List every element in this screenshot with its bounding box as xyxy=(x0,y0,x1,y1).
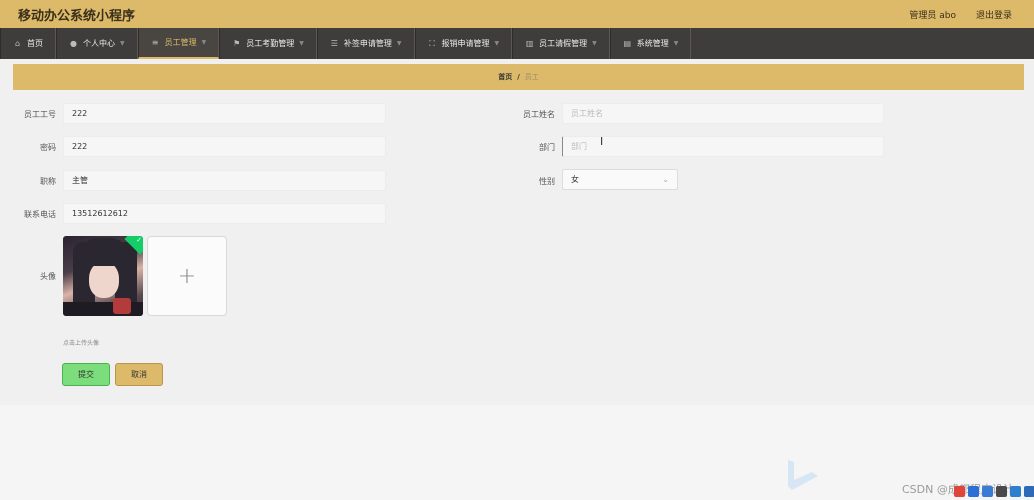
job-title-label: 职称 xyxy=(40,177,56,186)
gender-select-value: 女 xyxy=(571,175,579,184)
nav-item-label: 报销申请管理 xyxy=(441,39,490,48)
header-bar: 移动办公系统小程序 管理员 abo 退出登录 xyxy=(0,0,1034,28)
admin-user-label: 管理员 abo xyxy=(909,11,956,21)
tray-network-icon xyxy=(982,486,993,497)
avatar-upload-button[interactable]: + xyxy=(147,236,227,316)
chevron-down-icon: ▼ xyxy=(673,40,679,47)
tray-mic-icon xyxy=(996,486,1007,497)
department-input[interactable]: 部门 xyxy=(562,136,884,157)
tray-grid-icon xyxy=(1024,486,1034,497)
chevron-down-icon: ▼ xyxy=(396,40,402,47)
avatar-collar xyxy=(63,302,143,316)
tray-app-icon xyxy=(954,486,965,497)
logout-link[interactable]: 退出登录 xyxy=(976,8,1012,21)
avatar-hair-top xyxy=(77,238,131,266)
nav-item-label: 系统管理 xyxy=(636,39,669,48)
nav-item-reimburse[interactable]: ⛶ 报销申请管理 ▼ xyxy=(414,28,513,59)
list-icon: ≡ xyxy=(151,38,159,47)
cancel-button[interactable]: 取消 xyxy=(115,363,163,386)
nav-item-profile[interactable]: ● 个人中心 ▼ xyxy=(56,28,138,59)
chevron-down-icon: ▼ xyxy=(494,40,500,47)
nav-item-label: 员工管理 xyxy=(164,38,197,47)
avatar-collar-accent xyxy=(113,298,131,314)
employee-name-input[interactable]: 员工姓名 xyxy=(562,103,884,124)
avatar-label: 头像 xyxy=(40,272,56,281)
header-user-area: 管理员 abo 退出登录 xyxy=(909,8,1012,21)
tray-ime-icon xyxy=(968,486,979,497)
avatar-upload-hint: 点击上传头像 xyxy=(63,340,100,347)
avatar-face xyxy=(89,262,119,298)
breadcrumb-home[interactable]: 首页 xyxy=(498,72,512,82)
employee-id-input[interactable]: 222 xyxy=(63,103,386,124)
nav-item-label: 补签申请管理 xyxy=(343,39,392,48)
main-nav: ⌂ 首页 ● 个人中心 ▼ ≡ 员工管理 ▼ ⚑ 员工考勤管理 ▼ ☰ 补签申请… xyxy=(0,28,1034,59)
chevron-down-icon: ▼ xyxy=(592,40,597,47)
breadcrumb-current: 员工 xyxy=(524,73,539,81)
nav-item-label: 首页 xyxy=(27,39,43,48)
job-title-input[interactable]: 主管 xyxy=(63,170,386,191)
tray-keyboard-icon xyxy=(1010,486,1021,497)
watermark-logo-icon xyxy=(788,460,818,490)
employee-id-label: 员工工号 xyxy=(24,110,56,119)
nav-item-employee[interactable]: ≡ 员工管理 ▼ xyxy=(137,28,220,59)
avatar-image[interactable]: ✓ xyxy=(63,236,143,316)
password-input[interactable]: 222 xyxy=(63,136,386,157)
flag-icon: ⚑ xyxy=(233,39,241,48)
gender-select[interactable]: 女 ⌄ xyxy=(562,169,678,190)
user-icon: ● xyxy=(70,39,77,48)
nav-item-label: 员工请假管理 xyxy=(539,39,588,48)
phone-input[interactable]: 13512612612 xyxy=(63,203,386,224)
chevron-down-icon: ▼ xyxy=(201,39,207,46)
password-label: 密码 xyxy=(40,143,56,152)
submit-button[interactable]: 提交 xyxy=(62,363,110,386)
nav-item-system[interactable]: ▤ 系统管理 ▼ xyxy=(609,28,692,59)
main-content: 首页 / 员工 员工工号 222 员工姓名 员工姓名 密码 222 部门 部门 … xyxy=(0,59,1034,405)
nav-item-resign[interactable]: ☰ 补签申请管理 ▼ xyxy=(316,28,415,59)
nav-item-home[interactable]: ⌂ 首页 xyxy=(0,28,56,59)
gender-label: 性别 xyxy=(539,177,555,186)
app-title: 移动办公系统小程序 xyxy=(18,9,136,24)
text-cursor-icon: I xyxy=(600,135,604,148)
nav-item-label: 员工考勤管理 xyxy=(246,39,295,48)
nav-item-leave[interactable]: ▥ 员工请假管理 ▼ xyxy=(512,28,610,59)
department-label: 部门 xyxy=(539,143,555,152)
breadcrumb-separator: / xyxy=(517,73,520,81)
chevron-down-icon: ⌄ xyxy=(662,175,669,184)
chevron-down-icon: ▼ xyxy=(299,40,304,47)
menu-icon: ☰ xyxy=(330,39,338,48)
plus-icon: + xyxy=(177,263,197,289)
expand-icon: ⛶ xyxy=(429,38,435,48)
home-icon: ⌂ xyxy=(14,39,21,48)
system-tray xyxy=(954,486,1034,497)
nav-item-attendance[interactable]: ⚑ 员工考勤管理 ▼ xyxy=(219,28,317,59)
doc-icon: ▤ xyxy=(623,39,632,48)
chevron-down-icon: ▼ xyxy=(120,40,125,47)
breadcrumb: 首页 / 员工 xyxy=(13,64,1024,90)
phone-label: 联系电话 xyxy=(24,210,56,219)
employee-name-label: 员工姓名 xyxy=(523,110,555,119)
nav-item-label: 个人中心 xyxy=(83,39,115,48)
check-icon: ✓ xyxy=(136,236,142,244)
chart-icon: ▥ xyxy=(525,39,534,48)
